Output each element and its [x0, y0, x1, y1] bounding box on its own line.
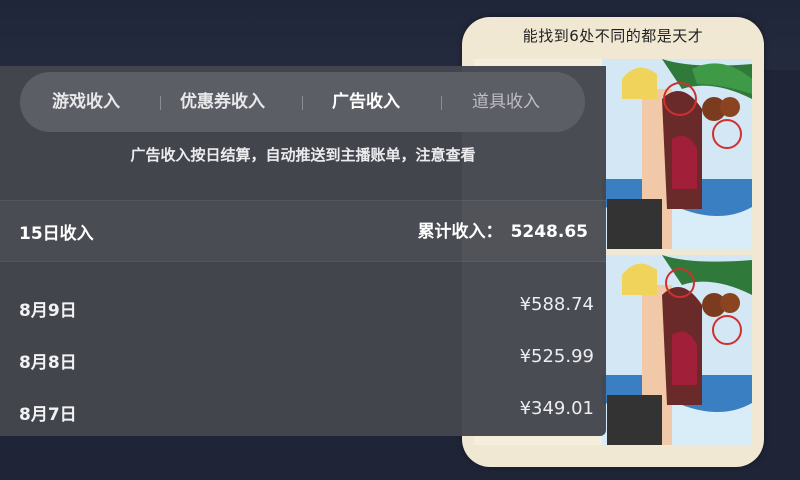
tab-game-income[interactable]: 游戏收入 — [52, 72, 120, 132]
day-amount: ¥349.01 — [519, 398, 594, 419]
tab-divider — [160, 96, 161, 110]
game-title: 能找到6处不同的都是天才 — [522, 27, 704, 45]
game-image-bottom[interactable] — [602, 255, 752, 445]
tab-ad-income[interactable]: 广告收入 — [332, 72, 400, 132]
tab-item-income[interactable]: 道具收入 — [472, 72, 540, 132]
day-date: 8月8日 — [19, 353, 77, 373]
cumulative-income-caption: 累计收入： — [417, 222, 503, 242]
list-item: 8月7日 ¥349.01 — [0, 386, 606, 436]
day-date: 8月7日 — [19, 405, 77, 425]
beach-scene-illustration-copy — [602, 255, 752, 445]
income-panel: 游戏收入 优惠券收入 广告收入 道具收入 广告收入按日结算，自动推送到主播账单，… — [0, 66, 606, 436]
cumulative-income-value: 5248.65 — [510, 222, 588, 242]
list-item: 8月8日 ¥525.99 — [0, 334, 606, 384]
summary-row: 15日收入 累计收入： 5248.65 — [0, 200, 606, 262]
tab-coupon-income[interactable]: 优惠券收入 — [180, 72, 265, 132]
income-tab-bar: 游戏收入 优惠券收入 广告收入 道具收入 — [20, 72, 585, 132]
day-amount: ¥588.74 — [519, 294, 594, 315]
game-image-top[interactable] — [602, 59, 752, 249]
day-amount: ¥525.99 — [519, 346, 594, 367]
beach-scene-illustration — [602, 59, 752, 249]
tab-divider — [302, 96, 303, 110]
settlement-notice: 广告收入按日结算，自动推送到主播账单，注意查看 — [130, 146, 476, 164]
cumulative-income: 累计收入： 5248.65 — [418, 217, 588, 242]
day-date: 8月9日 — [19, 301, 77, 321]
period-income-label: 15日收入 — [19, 224, 94, 244]
list-item: 8月9日 ¥588.74 — [0, 282, 606, 332]
tab-divider — [441, 96, 442, 110]
